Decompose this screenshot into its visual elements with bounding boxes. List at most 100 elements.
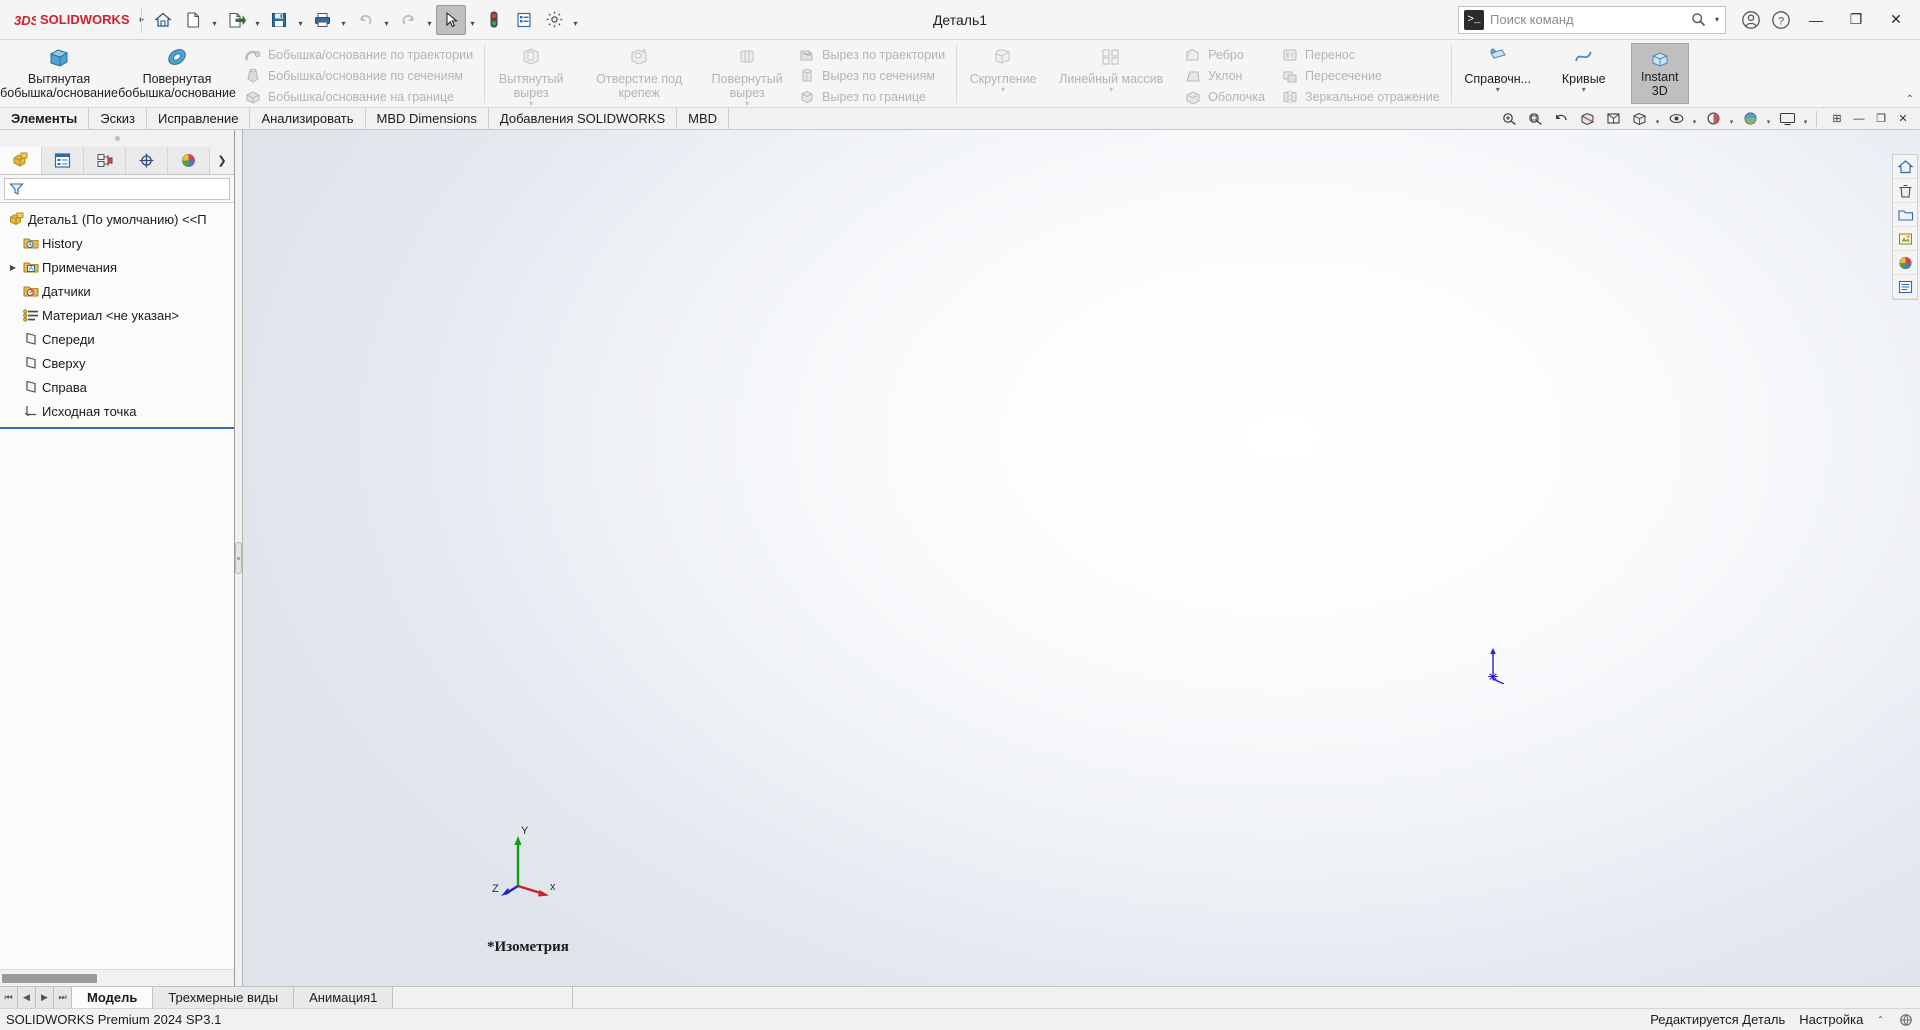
redo-dropdown-icon[interactable]: ▾: [423, 5, 436, 35]
expand-chevron-icon[interactable]: ▶: [6, 263, 20, 272]
select-dropdown-icon[interactable]: ▾: [466, 5, 479, 35]
boundary-boss-button[interactable]: Бобышка/основание на границе: [240, 86, 479, 107]
extruded-cut-button[interactable]: Вытянутый вырез ▾: [488, 40, 574, 108]
lofted-boss-button[interactable]: Бобышка/основание по сечениям: [240, 65, 479, 86]
revolved-boss-button[interactable]: Повернутая бобышка/основание: [118, 40, 236, 107]
tree-item-front-plane[interactable]: Спереди: [0, 327, 234, 351]
redo-icon[interactable]: [393, 5, 423, 35]
view-home-icon[interactable]: [1893, 155, 1917, 179]
revolved-cut-dropdown-icon[interactable]: ▾: [745, 100, 749, 108]
revolved-cut-button[interactable]: Повернутый вырез ▾: [704, 40, 790, 108]
fillet-button[interactable]: Скругление ▾: [960, 40, 1046, 107]
file-properties-icon[interactable]: [509, 5, 539, 35]
shell-button[interactable]: Оболочка: [1180, 86, 1271, 107]
panel-grip-handle[interactable]: [0, 130, 234, 147]
search-input[interactable]: Поиск команд: [1490, 12, 1687, 27]
print-icon[interactable]: [307, 5, 337, 35]
ribbon-collapse-icon[interactable]: ⌃: [1906, 94, 1914, 105]
open-document-dropdown-icon[interactable]: ▾: [251, 5, 264, 35]
document-close-button[interactable]: ✕: [1892, 108, 1914, 130]
boundary-cut-button[interactable]: Вырез по границе: [794, 86, 951, 107]
window-close-button[interactable]: ✕: [1876, 0, 1916, 40]
property-manager-tab[interactable]: [42, 147, 84, 174]
tree-item-material[interactable]: Материал <не указан>: [0, 303, 234, 327]
mirror-button[interactable]: Зеркальное отражение: [1277, 86, 1446, 107]
tab-sketch[interactable]: Эскиз: [89, 108, 148, 129]
hole-wizard-button[interactable]: Отверстие под крепеж: [574, 40, 704, 107]
hide-show-items-icon[interactable]: [1663, 108, 1689, 130]
bottom-tab-model[interactable]: Модель: [72, 987, 154, 1008]
reference-geometry-button[interactable]: Справочн... ▾: [1455, 40, 1541, 107]
feature-manager-tabs-more-icon[interactable]: ❯: [210, 147, 234, 174]
curves-dropdown-icon[interactable]: ▾: [1582, 86, 1586, 94]
display-style-dropdown-icon[interactable]: ▾: [1652, 108, 1663, 130]
search-icon[interactable]: [1687, 12, 1709, 27]
move-face-button[interactable]: Перенос: [1277, 44, 1446, 65]
scene-dropdown-icon[interactable]: ▾: [1763, 108, 1774, 130]
view-settings-dropdown-icon[interactable]: ▾: [1800, 108, 1811, 130]
configuration-manager-tab[interactable]: [84, 147, 126, 174]
zoom-area-icon[interactable]: [1522, 108, 1548, 130]
save-icon[interactable]: [264, 5, 294, 35]
zoom-to-fit-icon[interactable]: [1496, 108, 1522, 130]
tree-rollback-bar[interactable]: [0, 427, 234, 429]
window-minimize-button[interactable]: —: [1796, 0, 1836, 40]
user-account-icon[interactable]: [1736, 5, 1766, 35]
tab-features[interactable]: Элементы: [0, 108, 90, 129]
edit-appearance-icon[interactable]: [1700, 108, 1726, 130]
tree-item-sensors[interactable]: Датчики: [0, 279, 234, 303]
print-dropdown-icon[interactable]: ▾: [337, 5, 350, 35]
document-minimize-button[interactable]: —: [1848, 108, 1870, 130]
curves-button[interactable]: Кривые ▾: [1541, 40, 1627, 107]
options-dropdown-icon[interactable]: ▾: [569, 5, 582, 35]
tab-mbd[interactable]: MBD: [677, 108, 730, 129]
tree-item-part-root[interactable]: Деталь1 (По умолчанию) <<П: [0, 207, 234, 231]
feature-manager-tree-tab[interactable]: [0, 147, 42, 174]
document-restore-button[interactable]: ❐: [1870, 108, 1892, 130]
rebuild-icon[interactable]: [479, 5, 509, 35]
document-restore-small-button[interactable]: ⊞: [1826, 108, 1848, 130]
save-dropdown-icon[interactable]: ▾: [294, 5, 307, 35]
options-gear-icon[interactable]: [539, 5, 569, 35]
section-view-icon[interactable]: [1574, 108, 1600, 130]
undo-dropdown-icon[interactable]: ▾: [380, 5, 393, 35]
tab-markup[interactable]: Исправление: [147, 108, 251, 129]
status-customize-caret-icon[interactable]: ⌃: [1877, 1015, 1884, 1024]
linear-pattern-dropdown-icon[interactable]: ▾: [1109, 86, 1113, 94]
scrollbar-thumb[interactable]: [2, 973, 97, 983]
custom-properties-icon[interactable]: [1893, 275, 1917, 299]
overlay-status-icon[interactable]: [1898, 1013, 1914, 1027]
search-dropdown-icon[interactable]: ▾: [1709, 15, 1725, 24]
tab-nav-last-icon[interactable]: ⏭: [54, 987, 72, 1008]
tree-item-right-plane[interactable]: Справа: [0, 375, 234, 399]
dimxpert-manager-tab[interactable]: [126, 147, 168, 174]
tab-evaluate[interactable]: Анализировать: [250, 108, 366, 129]
new-document-icon[interactable]: [178, 5, 208, 35]
splitter-knob[interactable]: [235, 542, 242, 574]
apply-scene-icon[interactable]: [1737, 108, 1763, 130]
appearance-dropdown-icon[interactable]: ▾: [1726, 108, 1737, 130]
extruded-cut-dropdown-icon[interactable]: ▾: [529, 100, 533, 108]
tab-mbd-dimensions[interactable]: MBD Dimensions: [365, 108, 489, 129]
view-orientation-icon[interactable]: [1600, 108, 1626, 130]
tree-item-top-plane[interactable]: Сверху: [0, 351, 234, 375]
tab-solidworks-addins[interactable]: Добавления SOLIDWORKS: [488, 108, 678, 129]
bottom-tab-animation1[interactable]: Анимация1: [294, 987, 394, 1008]
instant3d-toggle[interactable]: Instant 3D: [1630, 43, 1689, 104]
window-maximize-button[interactable]: ❐: [1836, 0, 1876, 40]
new-document-dropdown-icon[interactable]: ▾: [208, 5, 221, 35]
fillet-dropdown-icon[interactable]: ▾: [1001, 86, 1005, 94]
extruded-boss-button[interactable]: Вытянутая бобышка/основание: [0, 40, 118, 107]
tree-item-annotations[interactable]: ▶ A Примечания: [0, 255, 234, 279]
tree-item-history[interactable]: History: [0, 231, 234, 255]
rib-button[interactable]: Ребро: [1180, 44, 1271, 65]
linear-pattern-button[interactable]: Линейный массив ▾: [1046, 40, 1176, 107]
undo-icon[interactable]: [350, 5, 380, 35]
intersect-button[interactable]: Пересечение: [1277, 65, 1446, 86]
scenes-sphere-icon[interactable]: [1893, 251, 1917, 275]
status-customize-label[interactable]: Настройка: [1799, 1012, 1863, 1027]
command-search-box[interactable]: >_ Поиск команд ▾: [1458, 5, 1726, 34]
swept-boss-button[interactable]: Бобышка/основание по траектории: [240, 44, 479, 65]
select-cursor-icon[interactable]: [436, 4, 466, 35]
graphics-area[interactable]: Y x Z *Изометрия: [243, 130, 1920, 986]
